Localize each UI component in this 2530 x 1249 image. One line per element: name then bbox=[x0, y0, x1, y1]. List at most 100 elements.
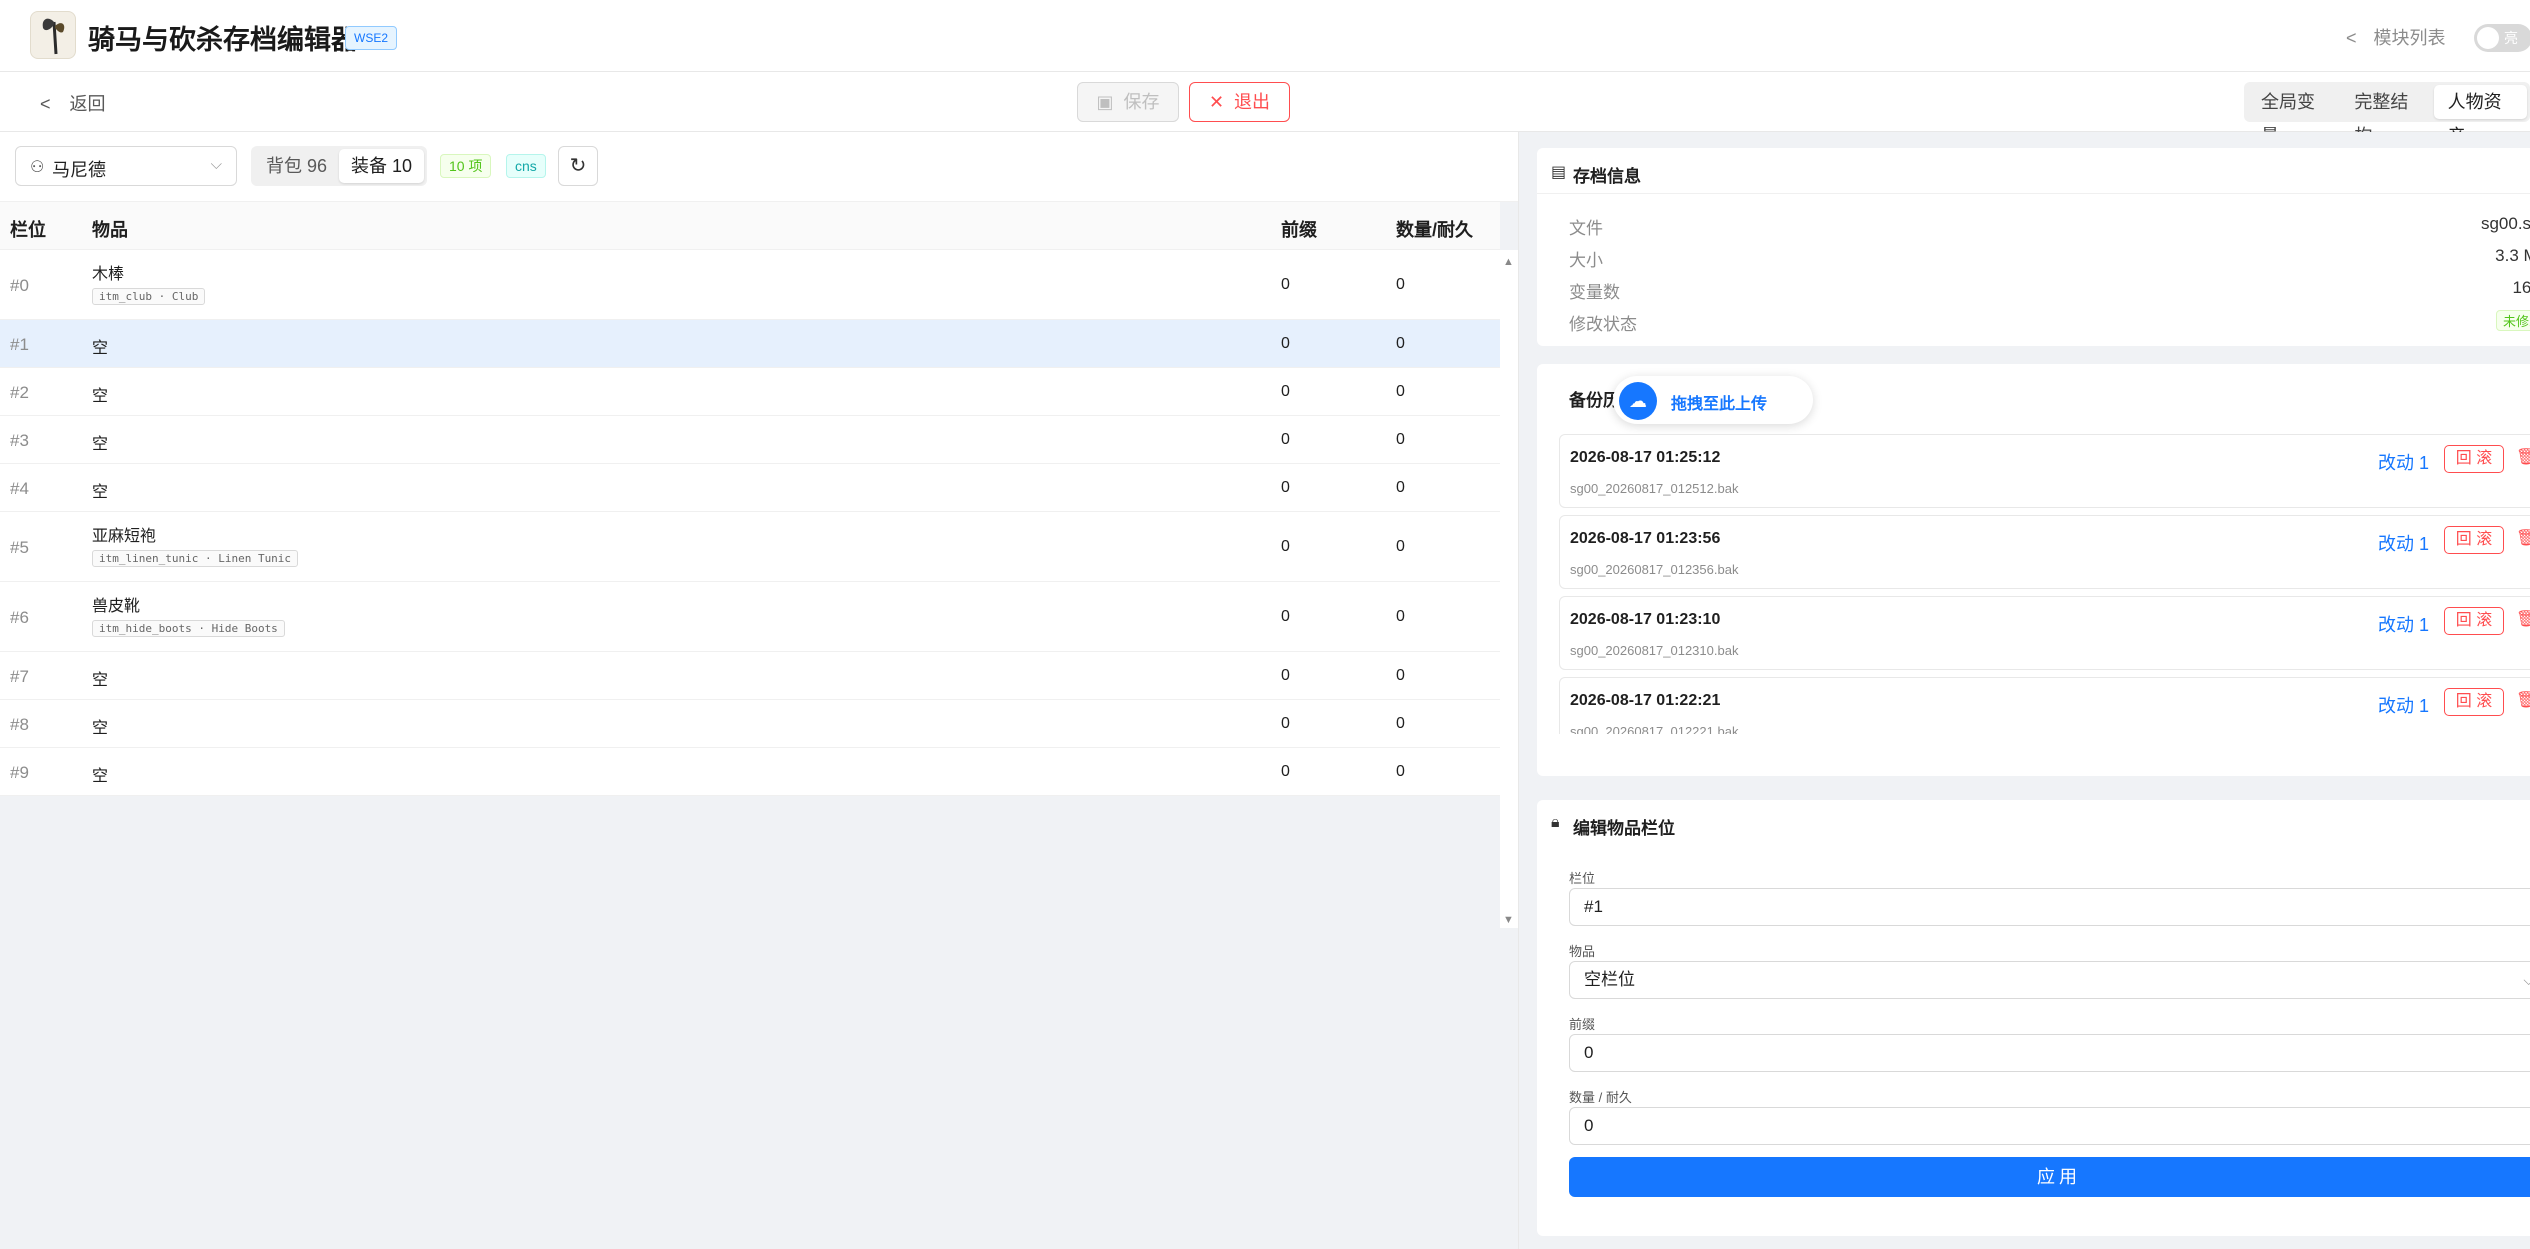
save-icon: ▣ bbox=[1096, 92, 1114, 112]
row-item-name: 空 bbox=[92, 720, 109, 737]
table-scrollbar[interactable]: ▲ ▼ bbox=[1500, 250, 1518, 928]
backup-changes-link[interactable]: 改动 1 bbox=[2378, 692, 2429, 718]
table-row[interactable]: #3 空 0 0 bbox=[0, 416, 1500, 464]
table-row[interactable]: #7 空 0 0 bbox=[0, 652, 1500, 700]
edit-slot-title: 编辑物品栏位 bbox=[1573, 819, 1675, 838]
prefix-field-label: 前缀 bbox=[1569, 1017, 1596, 1032]
table-row[interactable]: #4 空 0 0 bbox=[0, 464, 1500, 512]
module-list-link[interactable]: < 模块列表 bbox=[2346, 24, 2446, 50]
table-row[interactable]: #8 空 0 0 bbox=[0, 700, 1500, 748]
info-label: 大小 bbox=[1569, 251, 1603, 270]
backup-changes-link[interactable]: 改动 1 bbox=[2378, 530, 2429, 556]
rollback-button[interactable]: 回 滚 bbox=[2444, 688, 2504, 716]
row-item-name: 空 bbox=[92, 768, 109, 785]
segment-equipment[interactable]: 装备 10 bbox=[339, 149, 425, 183]
table-row[interactable]: #5 亚麻短袍 itm_linen_tunic · Linen Tunic 0 0 bbox=[0, 512, 1500, 582]
character-value: 马尼德 bbox=[52, 160, 106, 180]
backup-card: 备份历 ☁ 拖拽至此上传 2026-08-17 01:25:12 sg00_202… bbox=[1537, 364, 2530, 776]
backup-changes-link[interactable]: 改动 1 bbox=[2378, 449, 2429, 475]
header-qty: 数量/耐久 bbox=[1396, 220, 1474, 240]
row-slot: #5 bbox=[10, 538, 29, 557]
save-label: 保存 bbox=[1123, 92, 1160, 112]
tab-full-structure[interactable]: 完整结构 bbox=[2340, 85, 2433, 146]
side-panel: ▤ 存档信息 文件 sg00.sav 大小 3.3 MB 变量数 1611 修改… bbox=[1518, 132, 2530, 1249]
apply-button[interactable]: 应用 bbox=[1569, 1157, 2530, 1197]
backup-changes-link[interactable]: 改动 1 bbox=[2378, 611, 2429, 637]
backup-time: 2026-08-17 01:23:10 bbox=[1570, 611, 1721, 628]
row-prefix: 0 bbox=[1281, 335, 1290, 352]
row-prefix: 0 bbox=[1281, 763, 1290, 780]
row-qty: 0 bbox=[1396, 538, 1405, 555]
rollback-button[interactable]: 回 滚 bbox=[2444, 607, 2504, 635]
row-prefix: 0 bbox=[1281, 276, 1290, 293]
row-item-name: 木棒 bbox=[92, 266, 125, 283]
back-button[interactable]: < 返回 bbox=[40, 90, 106, 116]
character-select[interactable]: ⚇ 马尼德 ⌵ bbox=[15, 146, 237, 186]
row-item-name: 空 bbox=[92, 484, 109, 501]
delete-icon[interactable]: 🗑︎ bbox=[2516, 609, 2530, 629]
table-row[interactable]: #6 兽皮靴 itm_hide_boots · Hide Boots 0 0 bbox=[0, 582, 1500, 652]
info-value: 1611 bbox=[2512, 278, 2530, 297]
delete-icon[interactable]: 🗑︎ bbox=[2516, 447, 2530, 467]
chevron-left-icon: < bbox=[40, 94, 51, 114]
view-tabs: 全局变量 完整结构 人物资产 bbox=[2244, 82, 2530, 146]
qty-field-value: 0 bbox=[1584, 1116, 1594, 1135]
row-qty: 0 bbox=[1396, 763, 1405, 780]
slot-field[interactable]: #1 bbox=[1569, 888, 2530, 926]
segment-backpack[interactable]: 背包 96 bbox=[254, 149, 339, 183]
item-select[interactable]: 空栏位 ⌵ bbox=[1569, 961, 2530, 999]
backup-time: 2026-08-17 01:23:56 bbox=[1570, 530, 1721, 547]
table-row[interactable]: #1 空 0 0 bbox=[0, 320, 1500, 368]
inventory-table: 栏位 物品 前缀 数量/耐久 #0 木棒 itm_club · Club 0 0 #1 空 0… bbox=[0, 202, 1500, 796]
table-header: 栏位 物品 前缀 数量/耐久 bbox=[0, 202, 1500, 250]
slot-field-value: #1 bbox=[1584, 897, 1603, 916]
file-icon: ▤ bbox=[1551, 164, 1567, 181]
cloud-upload-icon: ☁ bbox=[1619, 382, 1657, 420]
prefix-field[interactable]: 0 bbox=[1569, 1034, 2530, 1072]
version-badge: WSE2 bbox=[345, 26, 398, 50]
header-slot: 栏位 bbox=[10, 220, 46, 240]
row-slot: #9 bbox=[10, 763, 29, 782]
theme-toggle[interactable]: 亮 bbox=[2474, 24, 2530, 52]
qty-field-label: 数量 / 耐久 bbox=[1569, 1090, 1632, 1105]
inventory-segment: 背包 96 装备 10 bbox=[251, 146, 428, 186]
rollback-button[interactable]: 回 滚 bbox=[2444, 445, 2504, 473]
info-value: sg00.sav bbox=[2480, 214, 2530, 233]
backup-time: 2026-08-17 01:25:12 bbox=[1570, 449, 1721, 466]
close-icon: ✕ bbox=[1208, 92, 1225, 112]
table-row[interactable]: #0 木棒 itm_club · Club 0 0 bbox=[0, 250, 1500, 320]
scroll-down-icon[interactable]: ▼ bbox=[1503, 914, 1514, 926]
row-item-code: itm_linen_tunic · Linen Tunic bbox=[92, 550, 299, 567]
row-slot: #8 bbox=[10, 715, 29, 734]
row-prefix: 0 bbox=[1281, 608, 1290, 625]
delete-icon[interactable]: 🗑︎ bbox=[2516, 528, 2530, 548]
backup-filename: sg00_20260817_012356.bak bbox=[1570, 562, 1739, 577]
exit-label: 退出 bbox=[1234, 92, 1271, 112]
qty-field[interactable]: 0 bbox=[1569, 1107, 2530, 1145]
backup-list[interactable]: 2026-08-17 01:25:12 sg00_20260817_012512.… bbox=[1559, 434, 2530, 734]
info-row-vars: 变量数 1611 bbox=[1569, 278, 2530, 303]
upload-dropzone-tip[interactable]: ☁ 拖拽至此上传 bbox=[1613, 376, 1813, 424]
save-info-title: 存档信息 bbox=[1573, 167, 1641, 186]
language-tag: cns bbox=[506, 154, 546, 178]
backup-item: 2026-08-17 01:23:10 sg00_20260817_012310.… bbox=[1559, 596, 2530, 670]
row-qty: 0 bbox=[1396, 608, 1405, 625]
row-qty: 0 bbox=[1396, 479, 1405, 496]
scroll-up-icon[interactable]: ▲ bbox=[1503, 256, 1514, 268]
app-title: 骑马与砍杀存档编辑器 bbox=[88, 25, 358, 55]
rollback-button[interactable]: 回 滚 bbox=[2444, 526, 2504, 554]
delete-icon[interactable]: 🗑︎ bbox=[2516, 690, 2530, 710]
tab-global-vars[interactable]: 全局变量 bbox=[2247, 85, 2340, 146]
row-qty: 0 bbox=[1396, 335, 1405, 352]
refresh-button[interactable]: ↻ bbox=[558, 146, 598, 186]
toggle-knob bbox=[2477, 27, 2499, 49]
table-row[interactable]: #2 空 0 0 bbox=[0, 368, 1500, 416]
row-item-name: 空 bbox=[92, 340, 109, 357]
exit-button[interactable]: ✕ 退出 bbox=[1189, 82, 1290, 122]
upload-tip-label: 拖拽至此上传 bbox=[1671, 396, 1768, 413]
save-button[interactable]: ▣ 保存 bbox=[1077, 82, 1179, 122]
table-row[interactable]: #9 空 0 0 bbox=[0, 748, 1500, 796]
toggle-label: 亮 bbox=[2504, 30, 2518, 46]
edit-slot-header: 🔒︎ 编辑物品栏位 bbox=[1537, 800, 2530, 846]
tab-character-assets[interactable]: 人物资产 bbox=[2433, 85, 2527, 146]
